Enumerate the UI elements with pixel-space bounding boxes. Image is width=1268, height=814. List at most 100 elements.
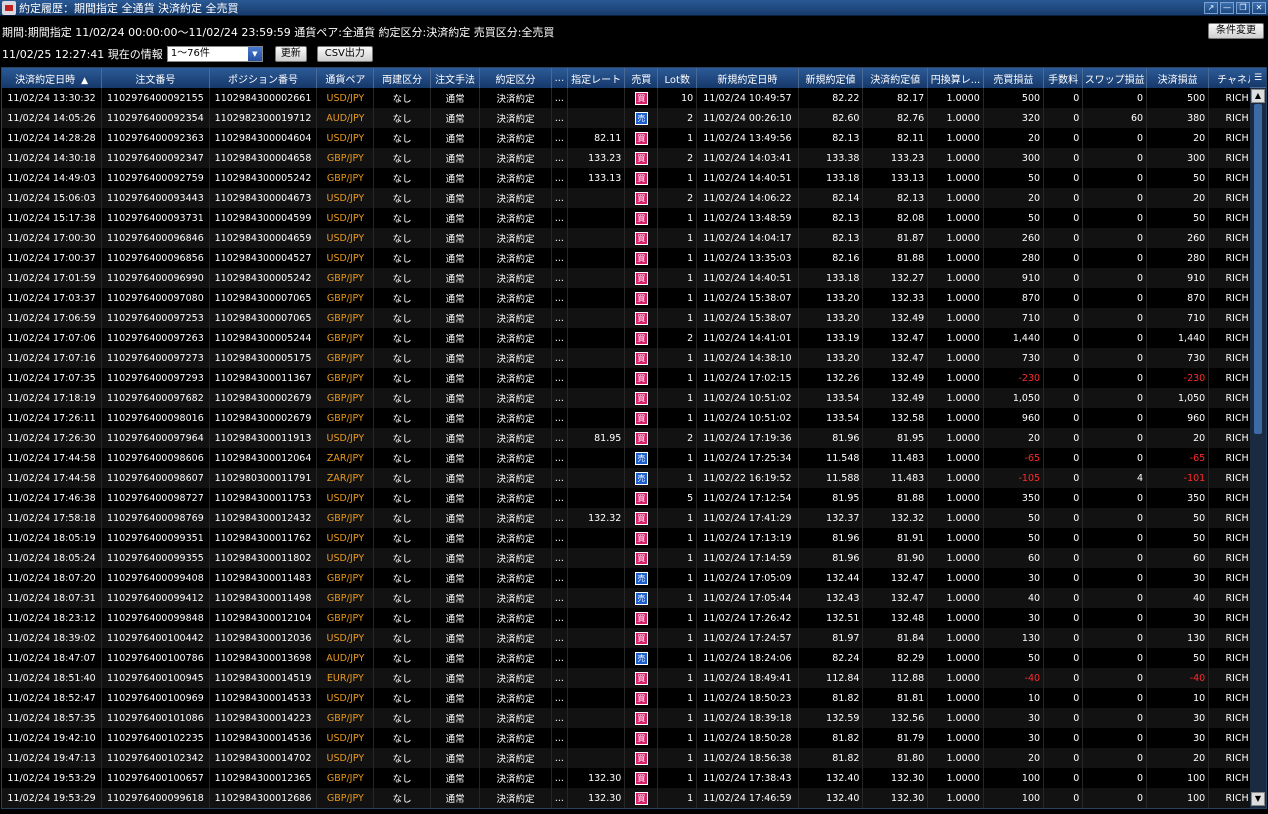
table-row[interactable]: 11/02/24 17:07:06 1102976400097263 1102984… <box>2 328 1266 348</box>
column-header[interactable]: スワップ損益 <box>1082 68 1148 88</box>
table-row[interactable]: 11/02/24 18:52:47 1102976400100969 1102984… <box>2 688 1266 708</box>
range-select[interactable]: 1〜76件 ▼ <box>166 46 263 62</box>
table-cell: 1.0000 <box>927 228 984 248</box>
table-row[interactable]: 11/02/24 18:51:40 1102976400100945 1102984… <box>2 668 1266 688</box>
table-cell: GBP/JPY <box>316 768 375 788</box>
column-header[interactable]: 注文手法 <box>430 68 481 88</box>
table-row[interactable]: 11/02/24 14:30:18 1102976400092347 1102984… <box>2 148 1266 168</box>
table-row[interactable]: 11/02/24 19:53:29 1102976400100657 1102984… <box>2 768 1266 788</box>
restore-icon[interactable]: ❐ <box>1236 1 1250 14</box>
column-header[interactable]: 指定レート <box>567 68 626 88</box>
column-header[interactable]: 両建区分 <box>373 68 431 88</box>
chevron-down-icon[interactable]: ▼ <box>247 47 262 61</box>
table-row[interactable]: 11/02/24 18:39:02 1102976400100442 1102984… <box>2 628 1266 648</box>
column-header[interactable]: Lot数 <box>657 68 698 88</box>
table-row[interactable]: 11/02/24 15:06:03 1102976400093443 1102984… <box>2 188 1266 208</box>
scroll-down-icon[interactable]: ▼ <box>1251 792 1265 806</box>
column-header[interactable]: 売買損益 <box>983 68 1045 88</box>
table-row[interactable]: 11/02/24 14:28:28 1102976400092363 1102984… <box>2 128 1266 148</box>
table-cell: 30 <box>1146 568 1210 588</box>
table-cell: 0 <box>1082 668 1148 688</box>
table-cell: 0 <box>1043 388 1084 408</box>
table-row[interactable]: 11/02/24 17:06:59 1102976400097253 1102984… <box>2 308 1266 328</box>
toolbar: 11/02/25 12:27:41 現在の情報 1〜76件 ▼ 更新 CSV出力 <box>0 45 373 63</box>
sort-ascending-icon[interactable]: ▲ <box>81 76 88 86</box>
refresh-button[interactable]: 更新 <box>274 46 307 62</box>
table-row[interactable]: 11/02/24 17:07:16 1102976400097273 1102984… <box>2 348 1266 368</box>
table-row[interactable]: 11/02/24 15:17:38 1102976400093731 1102984… <box>2 208 1266 228</box>
table-cell: 決済約定 <box>479 728 552 748</box>
table-row[interactable]: 11/02/24 13:30:32 1102976400092155 1102984… <box>2 88 1266 108</box>
table-cell: 11/02/24 19:53:29 <box>2 768 103 788</box>
table-row[interactable]: 11/02/24 18:57:35 1102976400101086 1102984… <box>2 708 1266 728</box>
table-row[interactable]: 11/02/24 18:47:07 1102976400100786 1102984… <box>2 648 1266 668</box>
column-header[interactable]: ポジション番号 <box>209 68 318 88</box>
table-row[interactable]: 11/02/24 19:47:13 1102976400102342 1102984… <box>2 748 1266 768</box>
table-cell <box>567 568 626 588</box>
table-cell: 1 <box>657 648 698 668</box>
table-row[interactable]: 11/02/24 17:26:11 1102976400098016 1102984… <box>2 408 1266 428</box>
table-cell: 1102984300011762 <box>209 528 318 548</box>
table-cell: 60 <box>983 548 1045 568</box>
table-row[interactable]: 11/02/24 17:44:58 1102976400098606 1102984… <box>2 448 1266 468</box>
table-row[interactable]: 11/02/24 17:58:18 1102976400098769 1102984… <box>2 508 1266 528</box>
table-row[interactable]: 11/02/24 17:01:59 1102976400096990 1102984… <box>2 268 1266 288</box>
table-cell: 1102984300014519 <box>209 668 318 688</box>
minimize-icon[interactable]: — <box>1220 1 1234 14</box>
table-cell: 1102984300002679 <box>209 408 318 428</box>
table-row[interactable]: 11/02/24 17:44:58 1102976400098607 1102980… <box>2 468 1266 488</box>
table-row[interactable]: 11/02/24 17:18:19 1102976400097682 1102984… <box>2 388 1266 408</box>
column-header[interactable]: 手数料 <box>1043 68 1084 88</box>
table-cell: 1102984300004604 <box>209 128 318 148</box>
table-cell: 40 <box>1146 588 1210 608</box>
column-header[interactable]: 決済約定日時 ▲ <box>2 68 103 88</box>
column-header[interactable]: 決済損益 <box>1146 68 1210 88</box>
scroll-up-icon[interactable]: ▲ <box>1251 89 1265 103</box>
column-header[interactable]: 通貨ペア <box>316 68 375 88</box>
table-row[interactable]: 11/02/24 18:23:12 1102976400099848 1102984… <box>2 608 1266 628</box>
close-icon[interactable]: ✕ <box>1252 1 1266 14</box>
column-header[interactable]: 決済約定値 <box>862 68 929 88</box>
vertical-scrollbar[interactable]: ☰ ▲ ▼ <box>1250 68 1266 808</box>
table-cell: 1102976400100969 <box>101 688 210 708</box>
table-row[interactable]: 11/02/24 17:26:30 1102976400097964 1102984… <box>2 428 1266 448</box>
table-cell: 0 <box>1082 488 1148 508</box>
table-row[interactable]: 11/02/24 17:46:38 1102976400098727 1102984… <box>2 488 1266 508</box>
table-row[interactable]: 11/02/24 17:00:37 1102976400096856 1102984… <box>2 248 1266 268</box>
table-cell: 30 <box>983 708 1045 728</box>
table-row[interactable]: 11/02/24 18:07:31 1102976400099412 1102984… <box>2 588 1266 608</box>
scroll-thumb[interactable] <box>1254 104 1262 434</box>
table-row[interactable]: 11/02/24 17:07:35 1102976400097293 1102984… <box>2 368 1266 388</box>
column-chooser-icon[interactable]: ☰ <box>1250 68 1266 88</box>
table-cell: 決済約定 <box>479 128 552 148</box>
table-row[interactable]: 11/02/24 17:03:37 1102976400097080 1102984… <box>2 288 1266 308</box>
condition-change-button[interactable]: 条件変更 <box>1208 23 1264 39</box>
table-cell: 0 <box>1082 268 1148 288</box>
table-cell: 1102984300002679 <box>209 388 318 408</box>
table-cell: なし <box>373 488 431 508</box>
table-row[interactable]: 11/02/24 19:53:29 1102976400099618 1102984… <box>2 788 1266 808</box>
column-header[interactable]: 新規約定日時 <box>696 68 799 88</box>
column-header[interactable]: ... <box>551 68 568 88</box>
column-header-label: 注文手法 <box>435 74 476 86</box>
table-row[interactable]: 11/02/24 17:00:30 1102976400096846 1102984… <box>2 228 1266 248</box>
table-cell: 買 <box>624 268 659 288</box>
pin-icon[interactable]: ↗ <box>1204 1 1218 14</box>
csv-export-button[interactable]: CSV出力 <box>316 46 373 62</box>
column-header[interactable]: 注文番号 <box>101 68 210 88</box>
table-row[interactable]: 11/02/24 14:05:26 1102976400092354 1102982… <box>2 108 1266 128</box>
table-row[interactable]: 11/02/24 18:05:19 1102976400099351 1102984… <box>2 528 1266 548</box>
column-header[interactable]: 約定区分 <box>479 68 552 88</box>
table-row[interactable]: 11/02/24 14:49:03 1102976400092759 1102984… <box>2 168 1266 188</box>
table-cell: 1.0000 <box>927 608 984 628</box>
table-cell: 1 <box>657 688 698 708</box>
table-cell: 132.27 <box>862 268 929 288</box>
table-row[interactable]: 11/02/24 18:07:20 1102976400099408 1102984… <box>2 568 1266 588</box>
table-cell: 売 <box>624 448 659 468</box>
column-header[interactable]: 円換算レ... <box>927 68 984 88</box>
column-header[interactable]: 売買 <box>624 68 659 88</box>
table-row[interactable]: 11/02/24 19:42:10 1102976400102235 1102984… <box>2 728 1266 748</box>
column-header[interactable]: 新規約定値 <box>798 68 864 88</box>
table-row[interactable]: 11/02/24 18:05:24 1102976400099355 1102984… <box>2 548 1266 568</box>
table-cell: 0 <box>1082 248 1148 268</box>
